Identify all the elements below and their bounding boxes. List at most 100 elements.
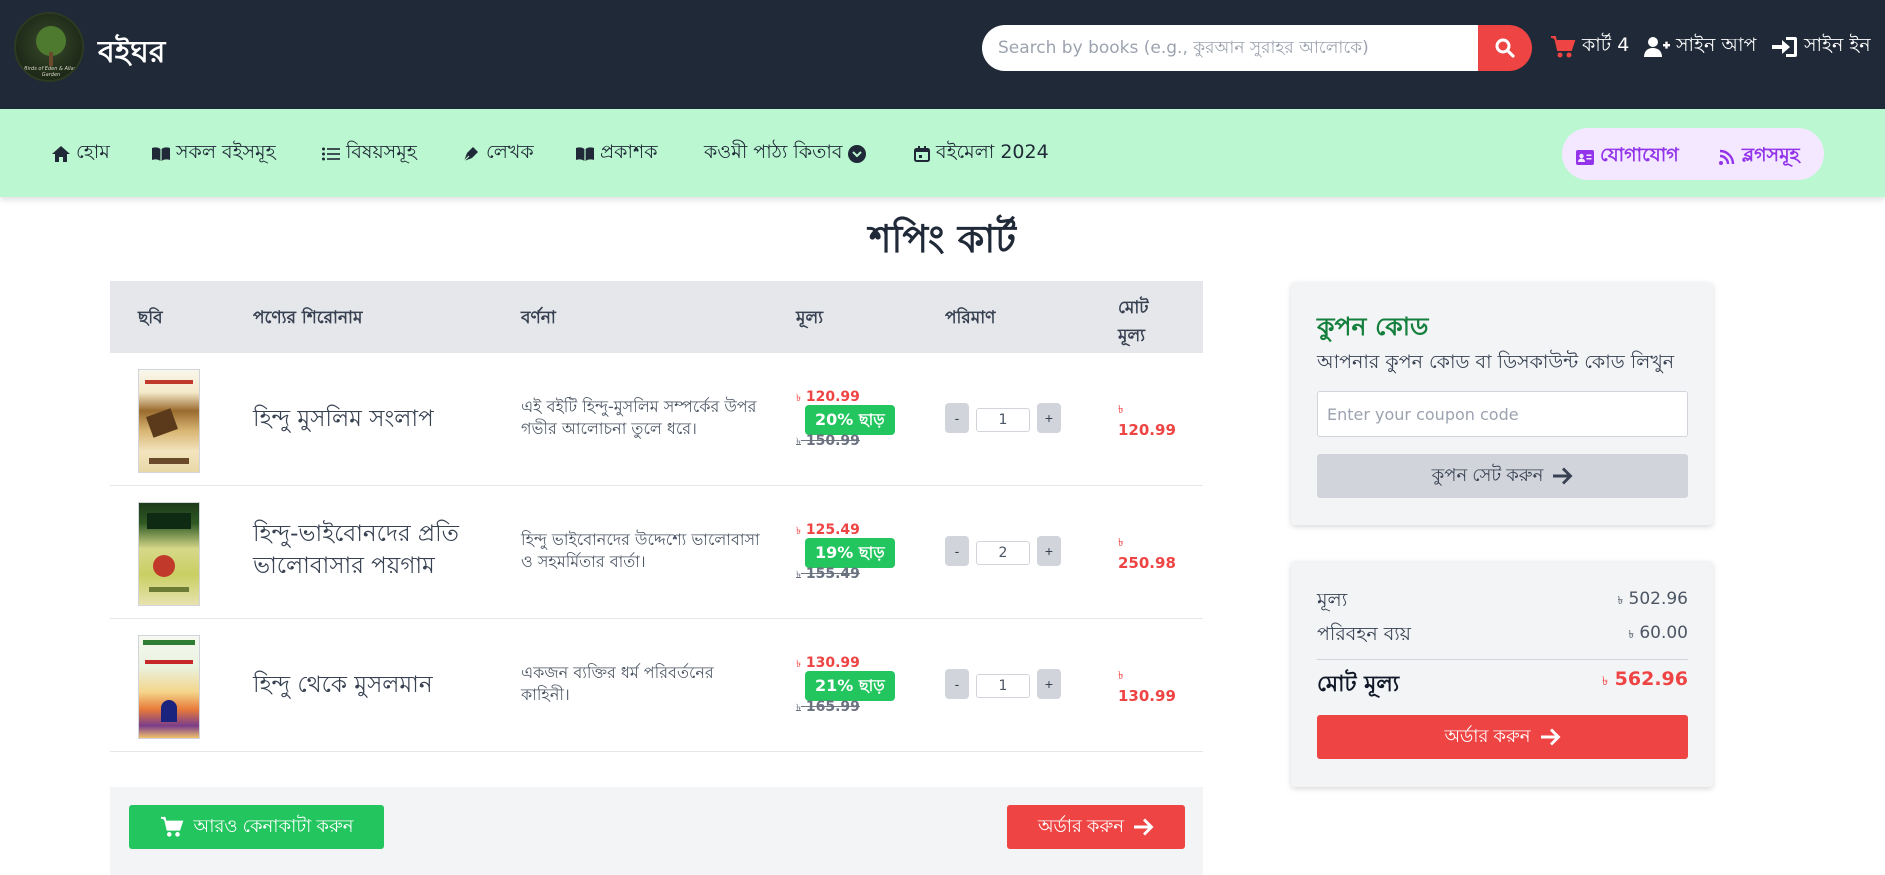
coupon-input[interactable]: [1317, 391, 1688, 437]
page-title: শপিং কার্ট: [868, 217, 1017, 261]
book-cover-image[interactable]: [138, 369, 200, 473]
search-button[interactable]: [1478, 25, 1532, 71]
nav-item-authors[interactable]: লেখক: [462, 141, 534, 167]
nav-item-home[interactable]: হোম: [52, 141, 110, 167]
qty-increase-button[interactable]: +: [1037, 403, 1061, 433]
cover-top-strip: [143, 640, 195, 645]
nav-item-label: বিষয়সমূহ: [346, 141, 417, 163]
signin-label: সাইন ইন: [1804, 34, 1871, 56]
signup-label: সাইন আপ: [1676, 34, 1757, 56]
header-image: ছবি: [138, 308, 163, 328]
cover-art: [161, 700, 177, 722]
nav-item-label: হোম: [76, 141, 110, 163]
discount-badge: 20% ছাড়: [805, 405, 895, 435]
apply-coupon-button[interactable]: কুপন সেট করুন: [1317, 454, 1688, 498]
header-quantity: পরিমাণ: [945, 308, 996, 328]
site-logo[interactable]: Birds of Eden & Allaw Garden: [14, 12, 84, 82]
currency-symbol: ৳: [796, 393, 801, 404]
brand-name[interactable]: বইঘর: [98, 28, 165, 79]
cart-actions-bar: আরও কেনাকাটা করুন অর্ডার করুন: [110, 787, 1203, 875]
book-cover-image[interactable]: [138, 502, 200, 606]
currency-symbol: ৳: [1617, 594, 1624, 607]
cover-art: [153, 555, 175, 577]
continue-shopping-label: আরও কেনাকাটা করুন: [193, 815, 354, 836]
product-description: একজন ব্যক্তির ধর্ম পরিবর্তনের কাহিনী।: [521, 663, 714, 704]
user-plus-icon: [1644, 37, 1670, 57]
coupon-subtitle: আপনার কুপন কোড বা ডিসকাউন্ট কোড লিখুন: [1317, 351, 1675, 373]
book-cover-image[interactable]: [138, 635, 200, 739]
cover-title-strip: [145, 380, 193, 384]
qty-increase-button[interactable]: +: [1037, 669, 1061, 699]
calendar-icon: [914, 146, 930, 162]
nav-item-qawmi-books[interactable]: কওমী পাঠ্য কিতাব: [704, 141, 867, 167]
product-description: হিন্দু ভাইবোনদের উদ্দেশ্যে ভালোবাসা ও সহ…: [521, 530, 760, 571]
product-title[interactable]: হিন্দু মুসলিম সংলাপ: [253, 403, 513, 435]
nav-item-book-fair[interactable]: বইমেলা 2024: [914, 141, 1049, 167]
nav-item-contact[interactable]: যোগাযোগ: [1576, 141, 1679, 173]
sign-in-icon: [1772, 37, 1797, 57]
nav-item-subjects[interactable]: বিষয়সমূহ: [322, 141, 417, 167]
summary-order-label: অর্ডার করুন: [1444, 725, 1531, 746]
currency-symbol: ৳: [796, 703, 801, 714]
place-order-label: অর্ডার করুন: [1037, 815, 1125, 836]
table-row: হিন্দু-ভাইবোনদের প্রতি ভালোবাসার পয়গাম …: [110, 486, 1203, 619]
qty-decrease-button[interactable]: -: [945, 536, 969, 566]
original-price: ৳ 150.99: [796, 433, 860, 452]
product-title[interactable]: হিন্দু থেকে মুসলমান: [253, 669, 513, 701]
home-icon: [52, 146, 70, 162]
qty-decrease-button[interactable]: -: [945, 403, 969, 433]
nav-item-blogs[interactable]: ব্লগসমূহ: [1718, 141, 1800, 173]
coupon-panel: কুপন কোড আপনার কুপন কোড বা ডিসকাউন্ট কোড…: [1291, 282, 1713, 525]
header-price: মূল্য: [796, 308, 824, 328]
search-input[interactable]: [982, 25, 1478, 71]
cart-label: কার্ট 4: [1582, 34, 1630, 56]
line-total: ৳ 250.98: [1118, 531, 1176, 574]
cover-publisher-strip: [149, 587, 189, 592]
place-order-button[interactable]: অর্ডার করুন: [1007, 805, 1185, 849]
subtotal-amount: 502.96: [1628, 589, 1688, 609]
book-open-icon: [152, 147, 170, 161]
price-value: 120.99: [805, 389, 860, 405]
arrow-right-icon: [1134, 818, 1154, 836]
subtotal-label: মূল্য: [1317, 589, 1348, 611]
apply-coupon-label: কুপন সেট করুন: [1431, 464, 1544, 485]
grand-total-amount: 562.96: [1614, 668, 1688, 690]
contact-card-icon: [1576, 149, 1594, 165]
cart-link[interactable]: কার্ট 4: [1550, 34, 1629, 60]
currency-symbol: ৳: [1118, 536, 1124, 549]
header-total-line2: মূল্য: [1118, 326, 1146, 346]
summary-order-button[interactable]: অর্ডার করুন: [1317, 715, 1688, 759]
qty-input[interactable]: 1: [976, 674, 1030, 698]
signin-link[interactable]: সাইন ইন: [1772, 34, 1871, 60]
nav-item-label: প্রকাশক: [600, 141, 658, 163]
nav-item-all-books[interactable]: সকল বইসমূহ: [152, 141, 276, 167]
coupon-title: কুপন কোড: [1317, 312, 1429, 341]
header-total: মোট মূল্য: [1118, 295, 1149, 351]
qty-input[interactable]: 2: [976, 541, 1030, 565]
qty-input[interactable]: 1: [976, 408, 1030, 432]
line-total-value: 120.99: [1118, 421, 1176, 439]
nav-item-label: লেখক: [486, 141, 534, 163]
qty-increase-button[interactable]: +: [1037, 536, 1061, 566]
main-nav: হোম সকল বইসমূহ বিষয়সমূহ লেখক প্রকাশক কও…: [0, 109, 1885, 197]
search-bar: [982, 25, 1532, 71]
summary-divider: [1317, 659, 1688, 660]
continue-shopping-button[interactable]: আরও কেনাকাটা করুন: [129, 805, 384, 849]
nav-item-label: বইমেলা 2024: [936, 141, 1049, 163]
list-icon: [322, 147, 340, 161]
cover-art: [146, 408, 178, 438]
discount-badge: 21% ছাড়: [805, 671, 895, 701]
signup-link[interactable]: সাইন আপ: [1644, 34, 1756, 60]
shipping-value: ৳ 60.00: [1628, 623, 1688, 645]
grand-total-label: মোট মূল্য: [1317, 672, 1400, 697]
old-price-value: 165.99: [805, 699, 860, 715]
product-title[interactable]: হিন্দু-ভাইবোনদের প্রতি ভালোবাসার পয়গাম: [253, 518, 513, 582]
nav-item-publishers[interactable]: প্রকাশক: [576, 141, 658, 167]
original-price: ৳ 155.49: [796, 566, 860, 585]
blog-icon: [1719, 149, 1735, 165]
price-value: 130.99: [805, 655, 860, 671]
price-value: 125.49: [805, 522, 860, 538]
cart-icon: [160, 816, 183, 837]
header-title: পণ্যের শিরোনাম: [253, 308, 363, 328]
qty-decrease-button[interactable]: -: [945, 669, 969, 699]
